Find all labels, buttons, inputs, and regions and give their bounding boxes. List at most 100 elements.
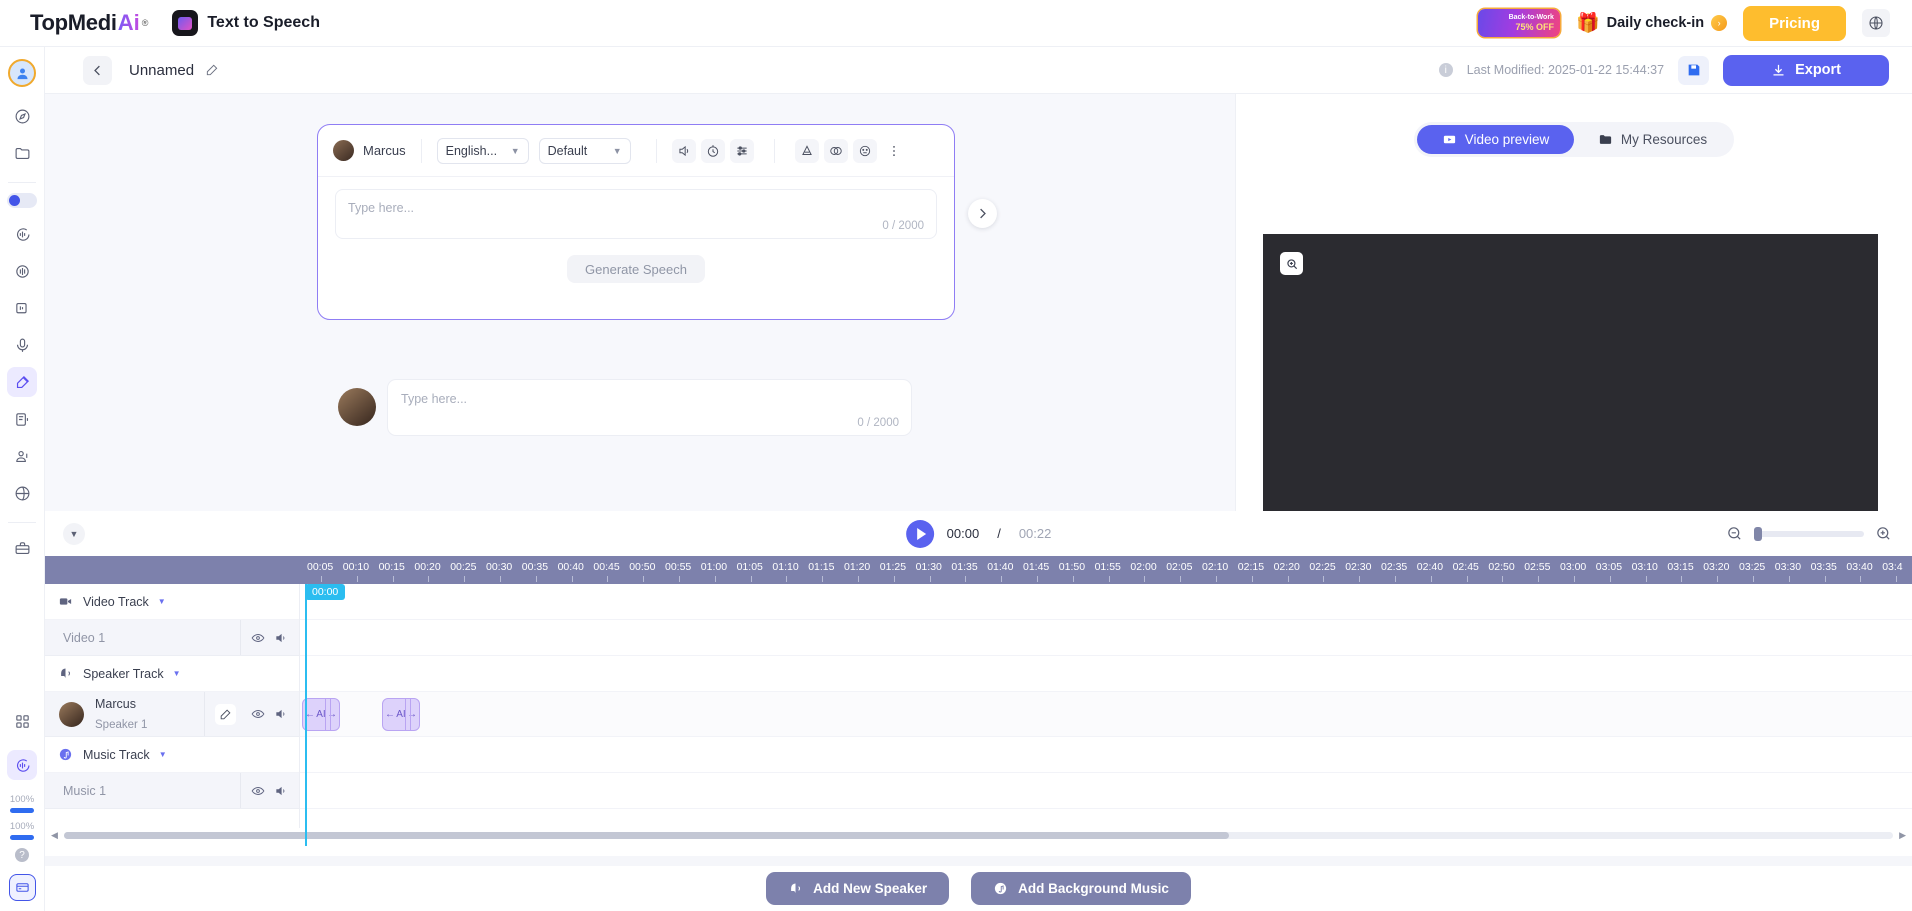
apps-grid-icon[interactable] <box>7 706 37 736</box>
user-avatar-icon[interactable] <box>8 59 36 87</box>
chevron-down-icon[interactable]: ▼ <box>159 750 167 759</box>
track-row-music-1[interactable]: Music 1 <box>45 773 299 809</box>
playhead-line[interactable] <box>305 584 307 846</box>
eye-icon[interactable] <box>251 784 265 798</box>
edit-icon[interactable] <box>215 703 236 725</box>
timeline-zoom-slider[interactable] <box>1754 526 1864 541</box>
scrollbar-thumb[interactable] <box>63 832 1229 839</box>
clip-handle-left[interactable] <box>397 699 406 730</box>
track-group-music[interactable]: Music Track ▼ <box>45 737 299 773</box>
add-background-music-button[interactable]: Add Background Music <box>971 872 1191 905</box>
chevron-down-icon: ▼ <box>612 145 622 156</box>
clip-handle-right[interactable] <box>330 699 339 730</box>
daily-checkin-button[interactable]: 🎁 Daily check-in › <box>1576 14 1728 33</box>
track-row-speaker-marcus[interactable]: Marcus Speaker 1 <box>45 692 299 737</box>
ruler-tick-label: 01:55 <box>1094 561 1121 573</box>
add-new-speaker-button[interactable]: Add New Speaker <box>766 872 950 905</box>
speech-text-input-2[interactable]: Type here... 0 / 2000 <box>387 379 912 436</box>
generate-speech-button[interactable]: Generate Speech <box>567 255 705 283</box>
play-icon[interactable] <box>905 519 934 548</box>
credit-card-icon[interactable] <box>8 874 36 901</box>
add-new-speaker-label: Add New Speaker <box>813 881 928 896</box>
promo-banner[interactable]: Back-to-Work 75% OFF <box>1477 9 1560 37</box>
zoom-in-icon[interactable] <box>1280 252 1303 275</box>
eye-icon[interactable] <box>251 707 265 721</box>
clip-handle-right[interactable] <box>410 699 419 730</box>
ruler-tick-label: 00:20 <box>414 561 441 573</box>
lane-music-1[interactable] <box>300 773 1912 809</box>
transcription-icon[interactable] <box>7 404 37 434</box>
chevron-down-icon[interactable]: ▼ <box>63 522 85 545</box>
track-group-speaker[interactable]: Speaker Track ▼ <box>45 656 299 692</box>
scroll-right-icon[interactable]: ▶ <box>1893 830 1912 841</box>
ruler-tick-label: 00:55 <box>665 561 692 573</box>
clip-handle-left[interactable] <box>317 699 326 730</box>
translate-icon[interactable] <box>7 478 37 508</box>
timeline-scrollbar[interactable]: ◀ ▶ <box>45 828 1912 843</box>
save-icon[interactable] <box>1678 55 1710 85</box>
volume-icon[interactable] <box>274 784 288 798</box>
toolbox-icon[interactable] <box>7 533 37 563</box>
scroll-left-icon[interactable]: ◀ <box>45 830 64 841</box>
export-button[interactable]: Export <box>1723 54 1889 86</box>
ruler-tick-mark <box>965 576 967 582</box>
speech-text-input[interactable]: Type here... 0 / 2000 <box>335 189 937 239</box>
ai-assistant-icon[interactable] <box>7 750 37 780</box>
audio-clip[interactable]: ← AI → <box>382 698 420 731</box>
emotion-icon[interactable] <box>852 138 877 163</box>
voice-dubbing-icon[interactable] <box>7 441 37 471</box>
lane-video-1[interactable] <box>300 620 1912 656</box>
equalizer-icon[interactable] <box>729 138 754 163</box>
slider-knob[interactable] <box>1754 526 1762 541</box>
zoom-out-icon[interactable] <box>1726 525 1743 542</box>
track-row-video-1[interactable]: Video 1 <box>45 620 299 656</box>
help-icon[interactable]: ? <box>15 848 29 862</box>
volume-icon[interactable] <box>274 707 288 721</box>
timeline-ruler[interactable]: 00:05 00:10 00:15 00:20 00:25 00:30 00:35 00:40… <box>45 556 1912 584</box>
ruler-tick-mark <box>1072 576 1074 582</box>
zoom-in-icon[interactable] <box>1875 525 1892 542</box>
speed-icon[interactable] <box>700 138 725 163</box>
chevron-right-icon[interactable] <box>968 199 997 228</box>
lane-video-group <box>300 584 1912 620</box>
left-sidebar: 100% 100% ? <box>0 47 45 911</box>
chevron-down-icon: ▼ <box>510 145 520 156</box>
tab-my-resources[interactable]: My Resources <box>1574 125 1731 154</box>
tab-video-preview[interactable]: Video preview <box>1417 125 1574 154</box>
mode-toggle[interactable] <box>7 193 37 208</box>
track-group-speaker-label: Speaker Track <box>83 666 164 681</box>
discover-icon[interactable] <box>7 101 37 131</box>
microphone-icon[interactable] <box>7 330 37 360</box>
eye-icon[interactable] <box>251 631 265 645</box>
ruler-tick-mark <box>929 576 931 582</box>
chevron-down-icon[interactable]: ▼ <box>173 669 181 678</box>
chevron-down-icon[interactable]: ▼ <box>158 597 166 606</box>
brand-logo[interactable]: TopMedi Ai ® <box>30 10 148 36</box>
ruler-tick-label: 02:10 <box>1202 561 1229 573</box>
timeline-lanes: ← AI → ← AI → <box>300 584 1912 828</box>
emphasis-icon[interactable] <box>794 138 819 163</box>
contrast-icon[interactable] <box>823 138 848 163</box>
language-select[interactable]: English... ▼ <box>436 137 529 164</box>
video-preview-stage[interactable] <box>1263 234 1878 511</box>
more-options-icon[interactable] <box>882 139 906 163</box>
lane-speaker-marcus[interactable]: ← AI → ← AI → <box>300 692 1912 737</box>
audio-clip[interactable]: ← AI → <box>302 698 340 731</box>
volume-icon[interactable] <box>274 631 288 645</box>
globe-icon[interactable] <box>1862 9 1890 37</box>
text-to-speech-icon[interactable] <box>7 367 37 397</box>
pricing-button[interactable]: Pricing <box>1743 5 1846 41</box>
pencil-icon[interactable] <box>205 63 219 77</box>
track-group-video[interactable]: Video Track ▼ <box>45 584 299 620</box>
voice-changer-icon[interactable] <box>7 256 37 286</box>
style-select[interactable]: Default ▼ <box>538 137 631 164</box>
folder-icon[interactable] <box>7 138 37 168</box>
volume-icon[interactable] <box>671 138 696 163</box>
chevron-left-icon[interactable] <box>83 55 112 85</box>
voice-cloning-icon[interactable] <box>7 293 37 323</box>
scrollbar-track[interactable] <box>63 832 1894 839</box>
voice-chat-icon[interactable] <box>7 219 37 249</box>
language-value: English... <box>445 143 498 158</box>
ruler-tick-mark <box>1645 576 1647 582</box>
ruler-tick-mark <box>679 576 680 582</box>
